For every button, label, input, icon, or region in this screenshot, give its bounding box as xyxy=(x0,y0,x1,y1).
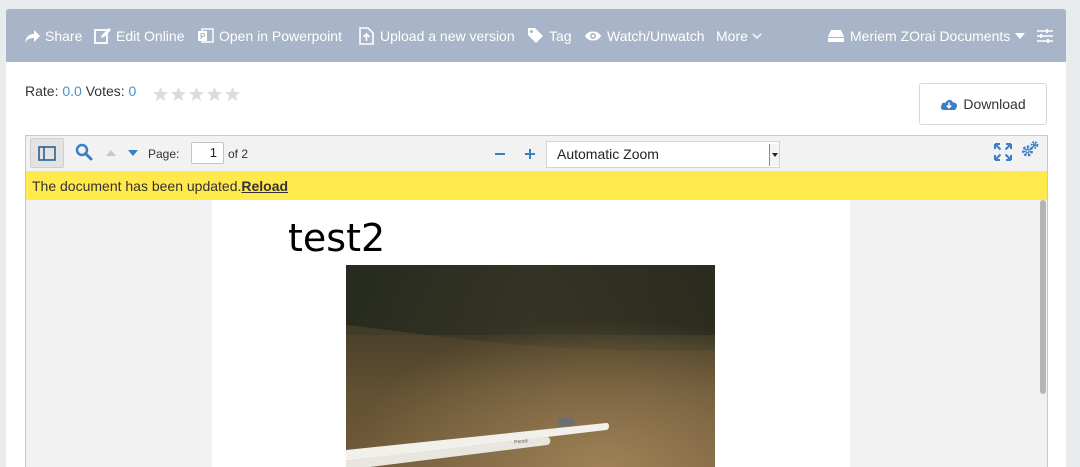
zoom-in-button[interactable] xyxy=(521,143,539,165)
open-powerpoint-button[interactable]: P Open in Powerpoint xyxy=(197,9,342,62)
library-dropdown[interactable]: Meriem ZOrai Documents xyxy=(827,9,1026,62)
viewer-scrollbar[interactable] xyxy=(1037,200,1047,467)
edit-icon xyxy=(94,28,111,44)
caret-down-icon xyxy=(771,153,778,157)
open-powerpoint-label: Open in Powerpoint xyxy=(219,27,342,44)
watch-unwatch-label: Watch/Unwatch xyxy=(607,27,705,44)
eye-icon xyxy=(585,31,601,40)
upload-file-icon xyxy=(359,26,374,45)
document-photo: Pencil xyxy=(346,265,715,467)
caret-down-icon xyxy=(128,150,138,156)
votes-label: Votes: xyxy=(85,83,125,99)
search-icon xyxy=(75,143,93,161)
sidebar-toggle-icon xyxy=(38,145,56,161)
sliders-icon xyxy=(1037,28,1053,43)
app-page: Share Edit Online P Open in Powerpoint U… xyxy=(0,0,1080,467)
expand-icon xyxy=(994,143,1012,161)
gears-icon xyxy=(1022,141,1039,157)
cloud-download-icon xyxy=(941,99,958,110)
votes-value: 0 xyxy=(128,83,137,99)
more-dropdown[interactable]: More xyxy=(716,9,762,62)
rate-value: 0.0 xyxy=(62,83,82,99)
action-bar: Share Edit Online P Open in Powerpoint U… xyxy=(6,9,1066,62)
upload-version-button[interactable]: Upload a new version xyxy=(359,9,515,62)
download-button[interactable]: Download xyxy=(919,83,1047,125)
share-icon xyxy=(25,29,40,43)
download-label: Download xyxy=(963,96,1026,112)
sidebar-toggle-button[interactable] xyxy=(30,138,64,168)
svg-text:P: P xyxy=(200,32,206,41)
document-page: test2 Pencil xyxy=(212,200,850,467)
drive-icon xyxy=(828,29,844,42)
pdf-viewer: Page: 1 of 2 Automatic Zoom The document… xyxy=(25,135,1048,467)
star-icon[interactable] xyxy=(206,86,223,102)
zoom-out-button[interactable] xyxy=(491,143,509,165)
library-label: Meriem ZOrai Documents xyxy=(850,27,1011,44)
document-panel: Rate: 0.0 Votes: 0 Download Page: 1 of 2… xyxy=(6,62,1066,467)
update-notice: The document has been updated.Reload xyxy=(26,172,1047,200)
previous-page-button[interactable] xyxy=(102,143,120,163)
watch-unwatch-button[interactable]: Watch/Unwatch xyxy=(584,9,705,62)
star-icon[interactable] xyxy=(188,86,205,102)
page-total: of 2 xyxy=(228,147,249,161)
zoom-dropdown-arrow[interactable] xyxy=(769,144,779,166)
edit-online-button[interactable]: Edit Online xyxy=(94,9,184,62)
next-page-button[interactable] xyxy=(124,143,142,163)
star-rating[interactable] xyxy=(152,86,241,102)
update-notice-text: The document has been updated. xyxy=(32,178,242,194)
fullscreen-button[interactable] xyxy=(992,141,1014,163)
zoom-value: Automatic Zoom xyxy=(557,146,659,162)
share-button[interactable]: Share xyxy=(24,9,82,62)
tag-label: Tag xyxy=(549,27,572,44)
pencil-photo-image: Pencil xyxy=(346,265,715,467)
zoom-select[interactable]: Automatic Zoom xyxy=(546,141,780,168)
star-icon[interactable] xyxy=(170,86,187,102)
upload-version-label: Upload a new version xyxy=(380,27,515,44)
edit-online-label: Edit Online xyxy=(116,27,185,44)
star-icon[interactable] xyxy=(152,86,169,102)
caret-up-icon xyxy=(106,150,116,156)
reload-link[interactable]: Reload xyxy=(241,178,288,194)
powerpoint-icon: P xyxy=(198,28,214,43)
viewer-toolbar: Page: 1 of 2 Automatic Zoom xyxy=(26,136,1047,172)
find-button[interactable] xyxy=(72,140,96,164)
page-label: Page: xyxy=(148,147,180,161)
star-icon[interactable] xyxy=(224,86,241,102)
more-label: More xyxy=(716,27,748,44)
settings-sliders-button[interactable] xyxy=(1036,9,1059,62)
rate-label: Rate: xyxy=(25,83,59,99)
caret-down-icon xyxy=(1015,32,1026,39)
scrollbar-thumb[interactable] xyxy=(1040,200,1046,394)
document-title: test2 xyxy=(288,216,386,260)
plus-icon xyxy=(525,149,535,159)
viewer-settings-button[interactable] xyxy=(1020,139,1040,159)
tag-icon xyxy=(528,28,543,43)
page-number-input[interactable]: 1 xyxy=(191,142,224,164)
chevron-down-icon xyxy=(752,33,762,39)
tag-button[interactable]: Tag xyxy=(527,9,572,62)
rating-summary: Rate: 0.0 Votes: 0 xyxy=(25,83,136,99)
minus-icon xyxy=(495,153,505,155)
share-label: Share xyxy=(45,27,83,44)
